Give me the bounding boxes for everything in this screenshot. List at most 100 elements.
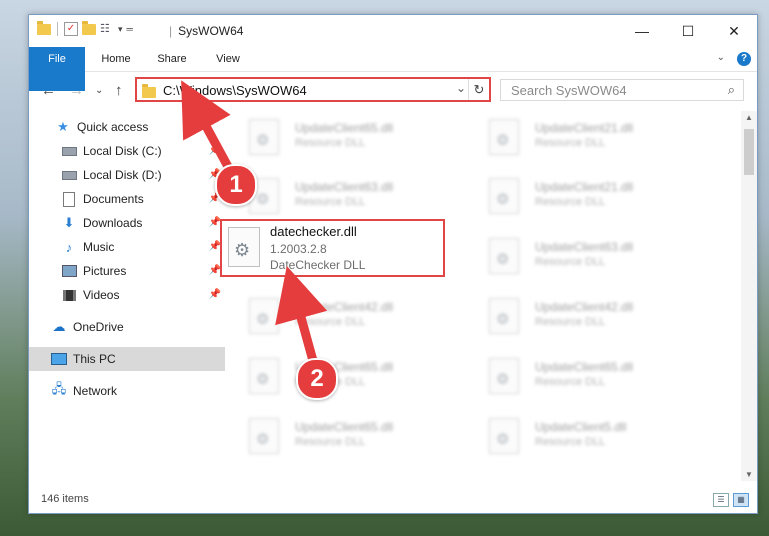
list-item[interactable]: UpdateClient21.dll Resource DLL [489, 115, 719, 159]
file-type: Resource DLL [295, 196, 366, 208]
sidebar-item-label: This PC [73, 352, 116, 366]
help-button[interactable]: ? [737, 52, 751, 66]
list-item[interactable]: UpdateClient21.dll Resource DLL [489, 174, 719, 218]
sidebar-item-videos[interactable]: Videos 📌 [29, 283, 225, 307]
scrollbar-thumb[interactable] [744, 129, 754, 175]
sidebar-item-label: Pictures [83, 264, 127, 278]
address-folder-icon [142, 84, 156, 98]
maximize-button[interactable]: ☐ [665, 15, 711, 47]
dll-file-icon [228, 227, 260, 267]
refresh-icon[interactable]: ↻ [468, 79, 489, 100]
sidebar-item-label: Documents [83, 192, 144, 206]
expand-ribbon-chevron-icon[interactable]: ⌄ [717, 52, 725, 63]
tab-view[interactable]: View [203, 47, 253, 71]
music-note-icon: ♪ [65, 239, 73, 255]
navigation-bar: ← → ⌄ ↑ C:\Windows\SysWOW64 ⌄ ↻ Search S… [29, 73, 757, 107]
file-name: UpdateClient21.dll [535, 180, 634, 194]
sidebar-item-label: Quick access [77, 120, 149, 134]
properties-icon[interactable]: ☷ [100, 23, 114, 35]
document-icon [61, 191, 77, 207]
tab-share[interactable]: Share [147, 47, 197, 71]
pin-icon[interactable]: 📌 [209, 289, 221, 300]
view-toggle: ☰ ▦ [713, 493, 749, 507]
file-type: Resource DLL [535, 316, 606, 328]
list-item[interactable]: UpdateClient63.dll Resource DLL [249, 174, 479, 218]
sidebar-item-label: Local Disk (D:) [83, 168, 162, 182]
search-placeholder: Search SysWOW64 [511, 83, 627, 98]
file-type: Resource DLL [535, 196, 606, 208]
sidebar-item-network[interactable]: 🖧 Network [29, 379, 225, 403]
file-name: UpdateClient42.dll [535, 300, 634, 314]
status-item-count: 146 items [41, 493, 89, 505]
file-type: Resource DLL [295, 137, 366, 149]
file-name: UpdateClient65.dll [295, 420, 394, 434]
dll-file-icon [489, 119, 519, 155]
folder-icon[interactable] [37, 20, 51, 35]
sidebar-item-documents[interactable]: Documents 📌 [29, 187, 225, 211]
list-item[interactable]: UpdateClient5.dll Resource DLL [489, 414, 719, 458]
sidebar-item-music[interactable]: ♪ Music 📌 [29, 235, 225, 259]
sidebar-item-label: Local Disk (C:) [83, 144, 162, 158]
list-item[interactable]: UpdateClient65.dll Resource DLL [249, 354, 479, 398]
title-bar: ✓ ☷ ▾ ═ | SysWOW64 — ☐ ✕ [29, 15, 757, 47]
details-view-icon[interactable]: ☰ [713, 493, 729, 507]
sidebar-item-label: Videos [83, 288, 120, 302]
dll-file-icon [249, 298, 279, 334]
list-item[interactable]: UpdateClient42.dll Resource DLL [249, 294, 479, 338]
new-folder-icon[interactable] [82, 20, 96, 35]
file-name: UpdateClient63.dll [295, 180, 394, 194]
highlighted-file-datechecker[interactable]: datechecker.dll 1.2003.2.8 DateChecker D… [220, 219, 445, 277]
sidebar-item-onedrive[interactable]: ☁ OneDrive [29, 315, 225, 339]
search-input[interactable]: Search SysWOW64 ⌕ [500, 79, 744, 101]
computer-icon [51, 352, 67, 366]
scroll-down-icon[interactable]: ▼ [745, 470, 753, 479]
dll-file-icon [489, 298, 519, 334]
file-name: UpdateClient65.dll [295, 121, 394, 135]
file-description: DateChecker DLL [270, 258, 366, 272]
close-button[interactable]: ✕ [711, 15, 757, 47]
file-type: Resource DLL [535, 137, 606, 149]
dll-file-icon [489, 358, 519, 394]
list-item[interactable]: UpdateClient63.dll Resource DLL [489, 234, 719, 278]
address-dropdown-icon[interactable]: ⌄ [456, 81, 466, 95]
file-type: Resource DLL [295, 436, 366, 448]
sidebar-item-local-disk-d[interactable]: Local Disk (D:) 📌 [29, 163, 225, 187]
window-title-text: SysWOW64 [178, 24, 244, 38]
sidebar-item-label: OneDrive [73, 320, 124, 334]
dll-file-icon [249, 119, 279, 155]
sidebar-item-quick-access[interactable]: ★ Quick access [29, 115, 225, 139]
sidebar-item-pictures[interactable]: Pictures 📌 [29, 259, 225, 283]
customize-toolbar-chevron-icon[interactable]: ▾ [118, 24, 123, 35]
forward-arrow-icon[interactable]: → [69, 82, 84, 99]
address-path[interactable]: C:\Windows\SysWOW64 [163, 83, 307, 98]
scroll-up-icon[interactable]: ▲ [745, 113, 753, 122]
sidebar-item-local-disk-c[interactable]: Local Disk (C:) 📌 [29, 139, 225, 163]
toolbar-dropdown-icon[interactable]: ═ [127, 24, 133, 34]
address-bar[interactable]: C:\Windows\SysWOW64 ⌄ ↻ [135, 77, 491, 102]
file-version: 1.2003.2.8 [270, 242, 327, 256]
dll-file-icon [249, 358, 279, 394]
sidebar-item-downloads[interactable]: ⬇ Downloads 📌 [29, 211, 225, 235]
tab-home[interactable]: Home [91, 47, 141, 71]
minimize-button[interactable]: — [619, 15, 665, 47]
tiles-view-icon[interactable]: ▦ [733, 493, 749, 507]
file-name: UpdateClient5.dll [535, 420, 627, 434]
pin-icon[interactable]: 📌 [209, 145, 221, 156]
sidebar-item-this-pc[interactable]: This PC [29, 347, 225, 371]
search-icon[interactable]: ⌕ [728, 82, 735, 98]
vertical-scrollbar[interactable]: ▲ ▼ [741, 111, 757, 481]
drive-icon [61, 168, 77, 182]
list-item[interactable]: UpdateClient65.dll Resource DLL [249, 115, 479, 159]
title-separator: | [169, 24, 173, 38]
annotation-badge-1: 1 [215, 164, 257, 206]
dll-file-icon [249, 418, 279, 454]
up-arrow-icon[interactable]: ↑ [115, 82, 123, 99]
list-item[interactable]: UpdateClient65.dll Resource DLL [249, 414, 479, 458]
ribbon-tabs: File Home Share View ⌄ ? [29, 47, 757, 91]
back-arrow-icon[interactable]: ← [41, 82, 56, 99]
properties-check-icon[interactable]: ✓ [64, 22, 78, 36]
list-item[interactable]: UpdateClient42.dll Resource DLL [489, 294, 719, 338]
list-item[interactable]: UpdateClient65.dll Resource DLL [489, 354, 719, 398]
recent-locations-chevron-icon[interactable]: ⌄ [95, 85, 103, 96]
dll-file-icon [489, 418, 519, 454]
